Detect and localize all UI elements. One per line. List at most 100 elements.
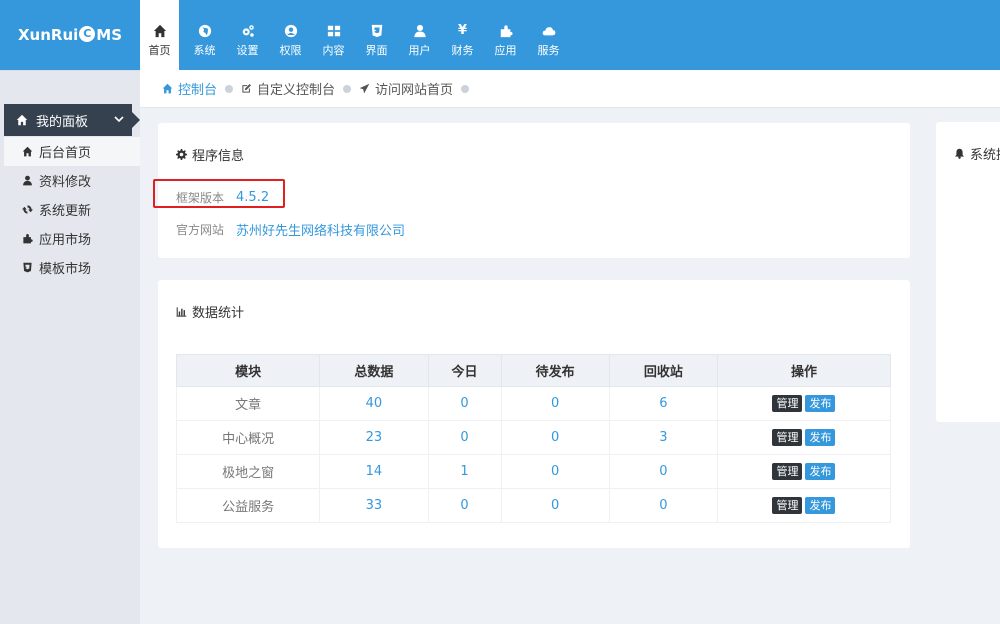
recycle-count[interactable]: 3 bbox=[608, 420, 718, 455]
nav-item-settings[interactable]: 设置 bbox=[226, 0, 269, 70]
sidebar-item-label: 资料修改 bbox=[39, 175, 92, 190]
breadcrumb-separator bbox=[461, 84, 470, 93]
card-title-text: 系统提 bbox=[970, 148, 1000, 163]
sidebar-item-label: 后台首页 bbox=[39, 146, 92, 161]
nav-label: 内容 bbox=[322, 44, 345, 57]
sidebar-item-label: 系统更新 bbox=[39, 204, 92, 219]
chevron-down-icon bbox=[114, 116, 124, 123]
table-row: 文章 40 0 0 6 管理 发布 bbox=[175, 386, 892, 421]
column-header: 操作 bbox=[716, 354, 892, 387]
home-icon bbox=[16, 114, 28, 126]
site-link[interactable]: 苏州好先生网络科技有限公司 bbox=[236, 220, 405, 239]
nav-item-home[interactable]: 首页 bbox=[140, 0, 179, 70]
app-logo[interactable]: XunRui C MS bbox=[0, 0, 140, 70]
nav-item-finance[interactable]: ¥ 财务 bbox=[441, 0, 484, 70]
nav-item-apps[interactable]: 应用 bbox=[484, 0, 527, 70]
table-row: 公益服务 33 0 0 0 管理 发布 bbox=[175, 488, 892, 523]
column-header: 今日 bbox=[427, 354, 502, 387]
today-count[interactable]: 0 bbox=[427, 488, 502, 523]
recycle-count[interactable]: 0 bbox=[608, 488, 718, 523]
pending-count[interactable]: 0 bbox=[500, 386, 610, 421]
column-header: 模块 bbox=[175, 354, 321, 387]
home-icon bbox=[22, 146, 33, 157]
breadcrumb-visit-site[interactable]: 访问网站首页 bbox=[359, 79, 453, 98]
today-count[interactable]: 0 bbox=[427, 386, 502, 421]
nav-item-system[interactable]: 系统 bbox=[183, 0, 226, 70]
manage-button[interactable]: 管理 bbox=[772, 395, 803, 412]
cloud-icon bbox=[542, 27, 555, 36]
pending-count[interactable]: 0 bbox=[500, 488, 610, 523]
sidebar-menu-head[interactable]: 我的面板 bbox=[4, 104, 132, 136]
breadcrumb-custom-console[interactable]: 自定义控制台 bbox=[241, 79, 335, 98]
breadcrumb-console[interactable]: 控制台 bbox=[162, 79, 217, 98]
site-label: 官方网站 bbox=[176, 223, 225, 237]
sidebar-item-app-market[interactable]: 应用市场 bbox=[4, 224, 140, 253]
home-icon bbox=[162, 83, 173, 94]
column-header: 总数据 bbox=[319, 354, 429, 387]
card-title-text: 程序信息 bbox=[192, 149, 245, 164]
publish-button[interactable]: 发布 bbox=[805, 395, 836, 412]
nav-item-users[interactable]: 用户 bbox=[398, 0, 441, 70]
sidebar-item-dashboard[interactable]: 后台首页 bbox=[4, 137, 140, 166]
nav-label: 系统 bbox=[193, 44, 216, 57]
total-count[interactable]: 40 bbox=[319, 386, 429, 421]
manage-button[interactable]: 管理 bbox=[772, 429, 803, 446]
column-header: 回收站 bbox=[608, 354, 718, 387]
nav-item-content[interactable]: 内容 bbox=[312, 0, 355, 70]
breadcrumb-label: 访问网站首页 bbox=[375, 83, 454, 98]
version-highlight-box bbox=[153, 179, 285, 208]
active-menu-arrow bbox=[132, 112, 140, 128]
nav-label: 应用 bbox=[494, 44, 517, 57]
column-header: 待发布 bbox=[500, 354, 610, 387]
actions-cell: 管理 发布 bbox=[716, 420, 892, 455]
site-row: 官方网站 苏州好先生网络科技有限公司 bbox=[176, 220, 405, 239]
actions-cell: 管理 发布 bbox=[716, 386, 892, 421]
yen-icon: ¥ bbox=[457, 23, 468, 38]
publish-button[interactable]: 发布 bbox=[805, 463, 836, 480]
nav-item-interface[interactable]: 界面 bbox=[355, 0, 398, 70]
actions-cell: 管理 发布 bbox=[716, 488, 892, 523]
manage-button[interactable]: 管理 bbox=[772, 497, 803, 514]
sidebar-item-label: 模板市场 bbox=[39, 262, 92, 277]
gear-icon bbox=[176, 149, 187, 160]
publish-button[interactable]: 发布 bbox=[805, 497, 836, 514]
stats-table: 模块 总数据 今日 待发布 回收站 操作 文章 40 0 0 6 管理 发布 中… bbox=[175, 354, 892, 523]
total-count[interactable]: 23 bbox=[319, 420, 429, 455]
pending-count[interactable]: 0 bbox=[500, 454, 610, 489]
sidebar-item-template-market[interactable]: 模板市场 bbox=[4, 253, 140, 282]
main-nav: 首页 系统 设置 权限 内容 界面 用户 ¥ 财务 应用 服务 bbox=[140, 0, 570, 70]
module-name: 中心概况 bbox=[175, 420, 321, 455]
logo-text-right: MS bbox=[96, 26, 123, 44]
sidebar-menu: 后台首页 资料修改 系统更新 应用市场 模板市场 bbox=[4, 137, 140, 282]
data-stats-card: 数据统计 模块 总数据 今日 待发布 回收站 操作 文章 40 0 0 6 管理… bbox=[158, 280, 910, 548]
bar-chart-icon bbox=[176, 307, 187, 317]
logo-mark-icon: C bbox=[79, 26, 96, 42]
sidebar-item-update[interactable]: 系统更新 bbox=[4, 195, 140, 224]
nav-item-services[interactable]: 服务 bbox=[527, 0, 570, 70]
today-count[interactable]: 0 bbox=[427, 420, 502, 455]
breadcrumb-separator bbox=[225, 84, 234, 93]
total-count[interactable]: 33 bbox=[319, 488, 429, 523]
nav-item-permissions[interactable]: 权限 bbox=[269, 0, 312, 70]
html5-icon bbox=[23, 262, 32, 273]
total-count[interactable]: 14 bbox=[319, 454, 429, 489]
nav-label: 首页 bbox=[148, 44, 171, 57]
puzzle-icon bbox=[23, 234, 33, 244]
program-info-title: 程序信息 bbox=[176, 145, 244, 164]
refresh-icon bbox=[22, 205, 33, 214]
manage-button[interactable]: 管理 bbox=[772, 463, 803, 480]
breadcrumb: 控制台 自定义控制台 访问网站首页 bbox=[140, 70, 1000, 108]
user-circle-icon bbox=[284, 24, 297, 38]
nav-label: 用户 bbox=[408, 44, 431, 57]
top-header: XunRui C MS 首页 系统 设置 权限 内容 界面 用户 ¥ 财务 应用… bbox=[0, 0, 1000, 70]
pending-count[interactable]: 0 bbox=[500, 420, 610, 455]
sidebar-item-profile[interactable]: 资料修改 bbox=[4, 166, 140, 195]
recycle-count[interactable]: 6 bbox=[608, 386, 718, 421]
publish-button[interactable]: 发布 bbox=[805, 429, 836, 446]
module-name: 文章 bbox=[175, 386, 321, 421]
table-row: 中心概况 23 0 0 3 管理 发布 bbox=[175, 420, 892, 455]
recycle-count[interactable]: 0 bbox=[608, 454, 718, 489]
table-header-row: 模块 总数据 今日 待发布 回收站 操作 bbox=[175, 354, 892, 387]
today-count[interactable]: 1 bbox=[427, 454, 502, 489]
breadcrumb-label: 控制台 bbox=[178, 83, 218, 98]
